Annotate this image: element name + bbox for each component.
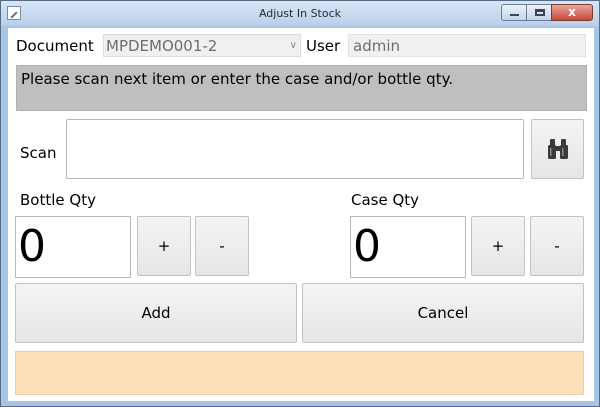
window-controls: x xyxy=(501,4,593,21)
document-value: MPDEMO001-2 xyxy=(106,37,218,55)
case-qty-label: Case Qty xyxy=(351,191,420,209)
title-bar[interactable]: Adjust In Stock x xyxy=(1,1,599,26)
bottle-qty-decrement-button[interactable]: - xyxy=(195,216,249,276)
bottle-qty-input[interactable]: 0 xyxy=(15,216,131,278)
instruction-message: Please scan next item or enter the case … xyxy=(16,65,587,111)
scan-input[interactable] xyxy=(66,119,524,179)
form-body: Document MPDEMO001-2 ∨ User admin Please… xyxy=(8,28,594,401)
user-label: User xyxy=(306,37,341,55)
document-select[interactable]: MPDEMO001-2 ∨ xyxy=(103,34,301,57)
bottle-qty-label: Bottle Qty xyxy=(20,191,96,209)
close-button[interactable]: x xyxy=(551,4,593,21)
status-footer xyxy=(15,351,584,395)
case-qty-increment-button[interactable]: + xyxy=(471,216,525,276)
case-qty-decrement-button[interactable]: - xyxy=(530,216,584,276)
cancel-button[interactable]: Cancel xyxy=(302,283,584,343)
minimize-icon xyxy=(510,14,519,16)
document-label: Document xyxy=(16,37,94,55)
add-button[interactable]: Add xyxy=(15,283,297,343)
search-button[interactable] xyxy=(531,119,584,179)
maximize-icon xyxy=(535,9,545,16)
close-icon: x xyxy=(568,5,576,19)
user-field: admin xyxy=(348,34,586,57)
maximize-button[interactable] xyxy=(526,4,552,21)
binoculars-icon xyxy=(547,139,568,159)
scan-label: Scan xyxy=(20,144,57,162)
adjust-in-stock-window: Adjust In Stock x Document MPDEMO001-2 ∨… xyxy=(0,0,600,407)
chevron-down-icon[interactable]: ∨ xyxy=(290,40,297,51)
case-qty-input[interactable]: 0 xyxy=(350,216,466,278)
bottle-qty-increment-button[interactable]: + xyxy=(137,216,191,276)
minimize-button[interactable] xyxy=(501,4,527,21)
